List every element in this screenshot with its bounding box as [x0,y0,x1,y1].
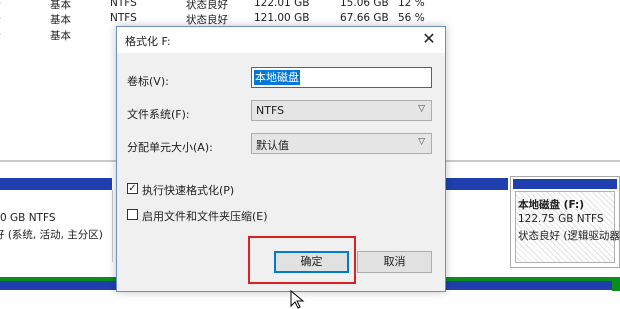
partition-size: 122.75 GB NTFS [518,213,604,225]
partition-status: 好 (系统, 活动, 主分区) [0,229,103,241]
volume-cell: - [0,12,1,24]
filesystem-label: 文件系统(F): [127,108,190,121]
partition-bar [446,178,508,190]
compression-label: 启用文件和文件夹压缩(E) [142,210,268,223]
volume-status: 状态良好 [186,14,228,26]
volume-capacity: 122.01 GB [254,0,310,9]
chevron-down-icon: ▽ [418,137,425,147]
f-partition[interactable]: 本地磁盘 (F:) 122.75 GB NTFS 状态良好 (逻辑驱动器 [510,176,620,268]
dialog-titlebar[interactable]: 格式化 F: ✕ [117,27,445,53]
volume-fs: NTFS [110,0,137,9]
volume-pct: 12 % [398,0,425,9]
volume-cell: - [0,28,1,40]
chevron-down-icon: ▽ [418,104,425,114]
partition-size: 0 GB NTFS [0,212,56,224]
volume-pct: 56 % [398,12,425,24]
allocation-select[interactable]: 默认值 ▽ [251,133,432,154]
mouse-cursor-icon [290,290,305,309]
ok-button-highlight [248,236,356,284]
volume-free: 15.06 GB [340,0,389,9]
compression-checkbox[interactable] [127,209,138,220]
dialog-title: 格式化 F: [125,35,171,48]
partition-bar [0,178,112,190]
volume-status: 状态良好 [186,0,228,11]
system-partition[interactable]: 0 GB NTFS 好 (系统, 活动, 主分区) [0,190,113,262]
close-icon[interactable]: ✕ [419,29,439,49]
cancel-button[interactable]: 取消 [357,251,432,273]
volume-free: 67.66 GB [340,12,389,24]
volume-capacity: 121.00 GB [254,12,310,24]
allocation-value: 默认值 [256,139,289,152]
volume-label-value: 本地磁盘 [254,70,300,85]
volume-fs: NTFS [110,12,137,24]
volume-label-label: 卷标(V): [127,75,169,88]
filesystem-value: NTFS [256,104,285,117]
volume-label-input[interactable]: 本地磁盘 [251,67,432,88]
filesystem-select[interactable]: NTFS ▽ [251,100,432,121]
volume-cell: - [0,0,1,9]
allocation-label: 分配单元大小(A): [127,141,213,154]
volume-type: 基本 [50,0,71,11]
quick-format-checkbox[interactable]: ✓ [127,183,138,194]
quick-format-label: 执行快速格式化(P) [142,184,235,197]
disk-primary-bar-end [612,277,620,291]
partition-bar [513,179,617,189]
partition-status: 状态良好 (逻辑驱动器 [518,230,620,242]
volume-type: 基本 [50,14,71,26]
partition-name: 本地磁盘 (F:) [518,199,585,211]
volume-type: 基本 [50,30,71,42]
